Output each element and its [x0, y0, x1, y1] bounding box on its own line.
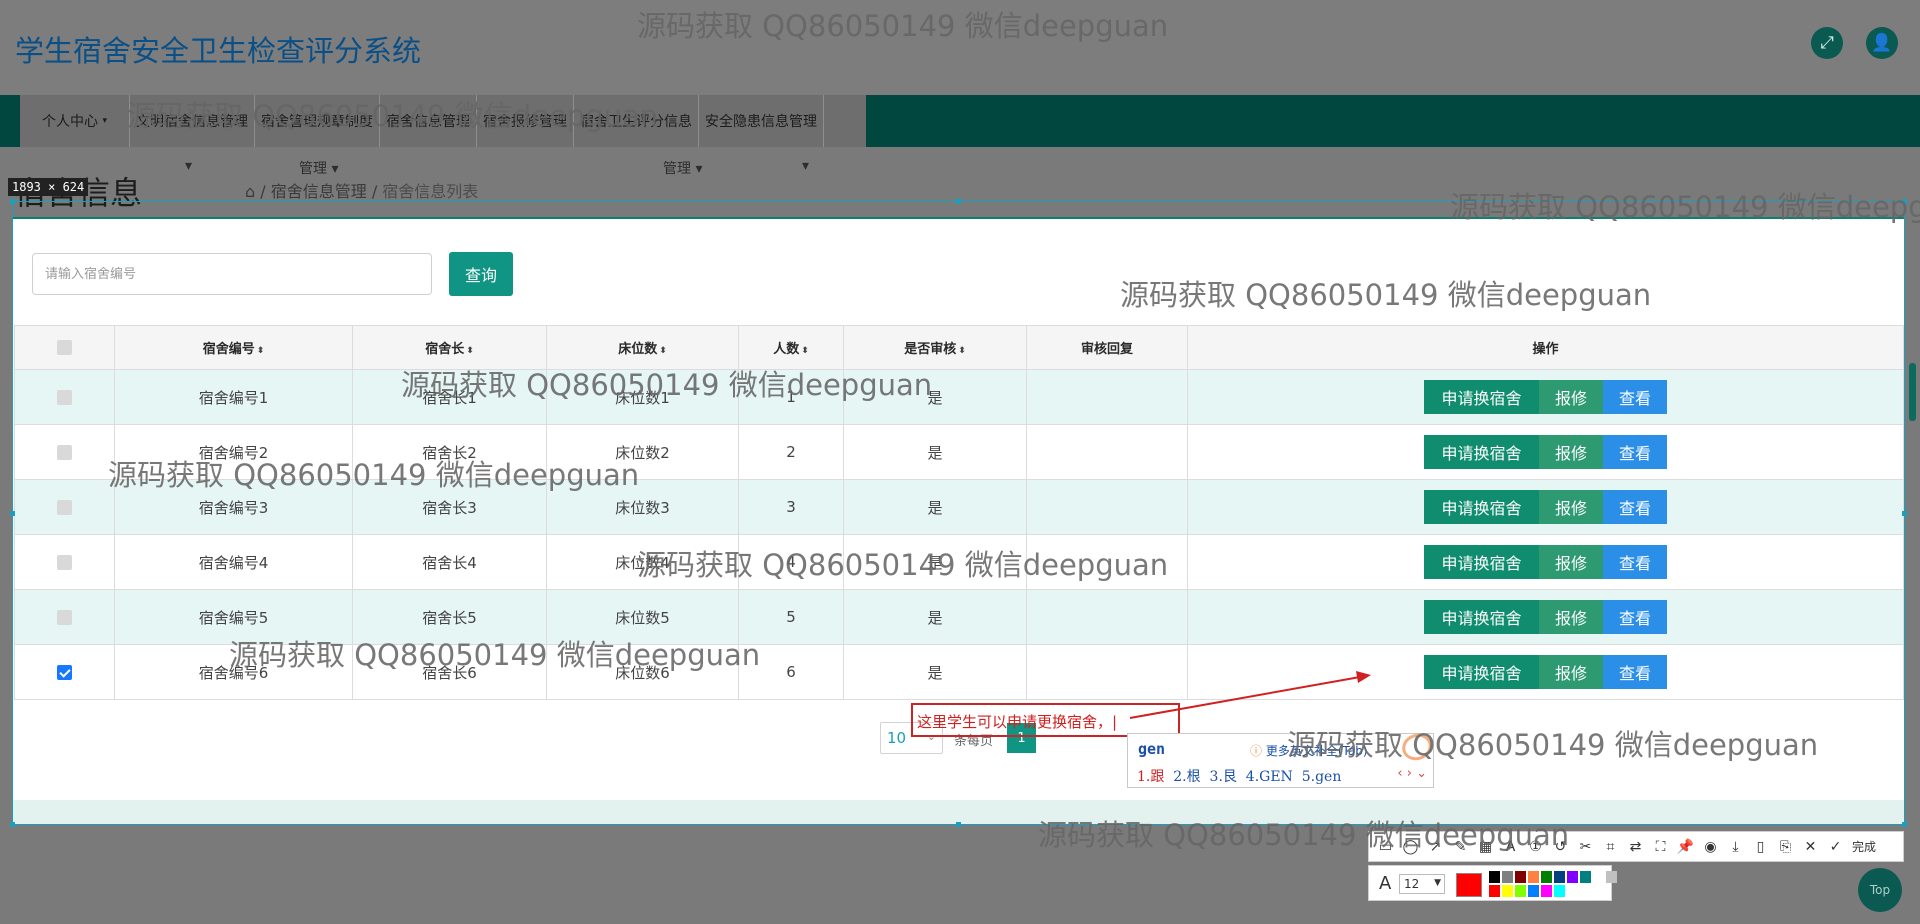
color-swatch[interactable]: [1606, 871, 1617, 883]
chevron-down-icon: ▼: [1434, 878, 1441, 888]
pin-icon[interactable]: 📌: [1675, 836, 1696, 857]
color-swatch[interactable]: [1541, 885, 1552, 897]
color-swatch[interactable]: [1528, 885, 1539, 897]
eraser-icon[interactable]: ✂: [1575, 836, 1596, 857]
color-swatch[interactable]: [1502, 871, 1513, 883]
color-swatch[interactable]: [1489, 871, 1500, 883]
color-swatch[interactable]: [1567, 871, 1578, 883]
color-swatch[interactable]: [1541, 871, 1552, 883]
number-marker-icon[interactable]: ①: [1525, 836, 1546, 857]
screenshot-selection-frame[interactable]: [10, 199, 1907, 827]
resize-handle[interactable]: [10, 199, 15, 204]
color-swatch[interactable]: [1554, 885, 1565, 897]
undo-icon[interactable]: ↺: [1550, 836, 1571, 857]
resize-handle[interactable]: [956, 199, 961, 204]
check-icon[interactable]: ✓: [1825, 836, 1846, 857]
color-swatch[interactable]: [1515, 885, 1526, 897]
text-tool-icon[interactable]: A: [1500, 836, 1521, 857]
color-swatch[interactable]: [1489, 885, 1500, 897]
font-size-select[interactable]: 12 ▼: [1399, 874, 1445, 894]
screenshot-style-bar: A 12 ▼: [1368, 865, 1617, 901]
color-swatch[interactable]: [1502, 885, 1513, 897]
scan-icon[interactable]: ⛶: [1650, 836, 1671, 857]
resize-handle[interactable]: [10, 511, 15, 516]
screenshot-toolbar: ▭ ◯ ↗ ✎ ▦ A ① ↺ ✂ ⌗ ⇄ ⛶ 📌 ◉ ⤓ ▯ ⎘ ✕ ✓ 完成: [1368, 831, 1904, 862]
color-swatch[interactable]: [1580, 871, 1591, 883]
resize-handle[interactable]: [1902, 511, 1907, 516]
mosaic-icon[interactable]: ▦: [1475, 836, 1496, 857]
resize-handle[interactable]: [956, 822, 961, 827]
color-swatch[interactable]: [1515, 871, 1526, 883]
bookmark-icon[interactable]: ⎘: [1775, 836, 1796, 857]
resize-handle[interactable]: [1902, 822, 1907, 827]
color-palette: [1489, 871, 1617, 897]
ocr-icon[interactable]: ⌗: [1600, 836, 1621, 857]
close-icon[interactable]: ✕: [1800, 836, 1821, 857]
back-to-top-button[interactable]: Top: [1858, 868, 1902, 912]
phone-icon[interactable]: ▯: [1750, 836, 1771, 857]
pen-icon[interactable]: ✎: [1450, 836, 1471, 857]
download-icon[interactable]: ⤓: [1725, 836, 1746, 857]
resize-handle[interactable]: [1902, 199, 1907, 204]
color-swatch[interactable]: [1554, 871, 1565, 883]
scrollbar-thumb[interactable]: [1909, 363, 1916, 421]
resize-handle[interactable]: [10, 822, 15, 827]
font-icon: A: [1379, 873, 1392, 894]
translate-icon[interactable]: ⇄: [1625, 836, 1646, 857]
rectangle-icon[interactable]: ▭: [1375, 836, 1396, 857]
color-swatch[interactable]: [1593, 871, 1604, 883]
current-color-swatch[interactable]: [1456, 873, 1482, 897]
done-button[interactable]: 完成: [1852, 838, 1876, 855]
arrow-tool-icon[interactable]: ↗: [1425, 836, 1446, 857]
color-swatch[interactable]: [1528, 871, 1539, 883]
record-icon[interactable]: ◉: [1700, 836, 1721, 857]
ellipse-icon[interactable]: ◯: [1400, 836, 1421, 857]
